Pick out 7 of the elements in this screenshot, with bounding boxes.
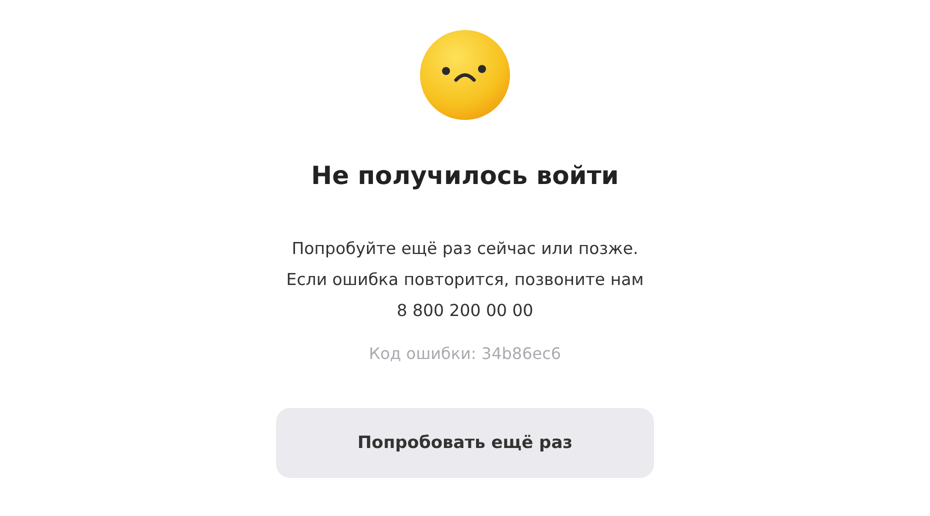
error-code: Код ошибки: 34b86ec6 <box>368 343 562 365</box>
error-message: Попробуйте ещё раз сейчас или позже. <box>292 238 638 260</box>
retry-button[interactable]: Попробовать ещё раз <box>276 408 654 478</box>
error-message: Если ошибка повторится, позвоните нам <box>286 269 644 291</box>
sad-face-icon <box>419 29 511 121</box>
error-title: Не получилось войти <box>311 160 619 192</box>
phone-number: 8 800 200 00 00 <box>396 300 534 322</box>
